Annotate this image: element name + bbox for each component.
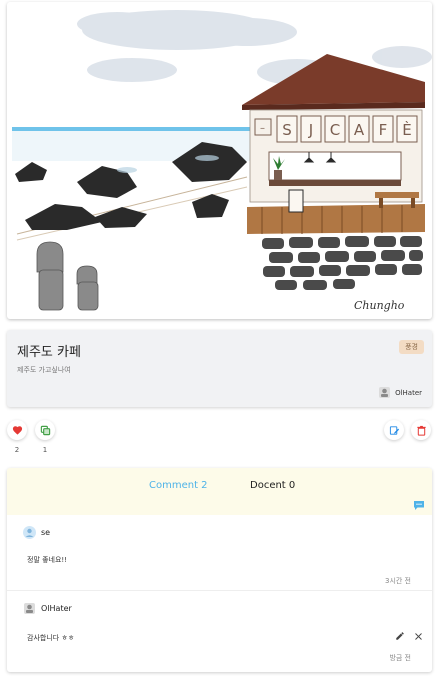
share-button[interactable] xyxy=(35,420,55,440)
chat-bubble-icon xyxy=(414,501,424,510)
comment-tools xyxy=(395,631,423,641)
delete-action xyxy=(411,420,431,440)
user-avatar-icon xyxy=(23,526,36,539)
share-count: 1 xyxy=(42,446,48,454)
svg-text:–: – xyxy=(260,123,265,134)
author-name: OlHater xyxy=(395,388,422,397)
sign-letter: J xyxy=(308,121,313,139)
author-avatar-icon xyxy=(379,387,391,398)
comment-user[interactable]: OlHater xyxy=(23,602,72,615)
artwork-image: – S J C A F È Chungho xyxy=(12,10,432,312)
post-detail-page: – S J C A F È Chungho 제주도 카페 제주도 가고싶나여 풍… xyxy=(0,0,440,689)
comment-item: OlHater 감사합니다 ㅎㅎ 방금 전 xyxy=(7,591,432,672)
sign-letter: F xyxy=(379,121,388,139)
edit-post-button[interactable] xyxy=(384,420,404,440)
edit-action xyxy=(384,420,404,440)
heart-icon xyxy=(12,425,22,435)
action-bar: 2 1 xyxy=(7,420,432,460)
user-avatar-icon xyxy=(24,603,35,614)
tab-docent[interactable]: Docent 0 xyxy=(250,480,295,491)
delete-post-button[interactable] xyxy=(411,420,431,440)
artwork-card[interactable]: – S J C A F È Chungho xyxy=(7,2,432,319)
sign-letter: A xyxy=(354,121,365,139)
copy-icon xyxy=(40,425,50,435)
category-badge[interactable]: 풍경 xyxy=(399,340,424,354)
cafe-sign: – S J C A F È xyxy=(254,115,418,143)
write-comment-button[interactable] xyxy=(413,496,425,515)
like-action: 2 xyxy=(7,420,27,454)
comment-user[interactable]: se xyxy=(23,526,50,539)
like-button[interactable] xyxy=(7,420,27,440)
trash-icon xyxy=(416,425,426,436)
like-count: 2 xyxy=(14,446,20,454)
post-description: 제주도 가고싶나여 xyxy=(17,366,71,374)
sign-letter: C xyxy=(330,121,340,139)
post-title: 제주도 카페 xyxy=(17,345,81,360)
comment-time: 방금 전 xyxy=(389,654,411,662)
post-info-card: 제주도 카페 제주도 가고싶나여 풍경 OlHater xyxy=(7,330,432,407)
comment-username: se xyxy=(41,528,51,537)
artist-signature: Chungho xyxy=(354,299,405,312)
comment-item: se 정말 좋네요!! 3시간 전 xyxy=(7,515,432,591)
comment-time: 3시간 전 xyxy=(385,577,411,585)
comment-panel: Comment 2 Docent 0 se 정말 좋네요!! 3시간 전 OlH… xyxy=(7,468,432,672)
comment-text: 정말 좋네요!! xyxy=(27,556,68,564)
tab-comment[interactable]: Comment 2 xyxy=(149,480,208,491)
comment-username: OlHater xyxy=(41,604,72,613)
sign-letter: È xyxy=(402,120,411,139)
pencil-icon[interactable] xyxy=(395,631,405,641)
close-icon[interactable] xyxy=(414,632,423,641)
author-chip[interactable]: OlHater xyxy=(378,386,422,399)
comment-text: 감사합니다 ㅎㅎ xyxy=(27,634,75,642)
comment-docent-tabs: Comment 2 Docent 0 xyxy=(7,468,432,515)
sign-letter: S xyxy=(282,121,292,139)
share-action: 1 xyxy=(35,420,55,454)
edit-note-icon xyxy=(389,425,399,435)
